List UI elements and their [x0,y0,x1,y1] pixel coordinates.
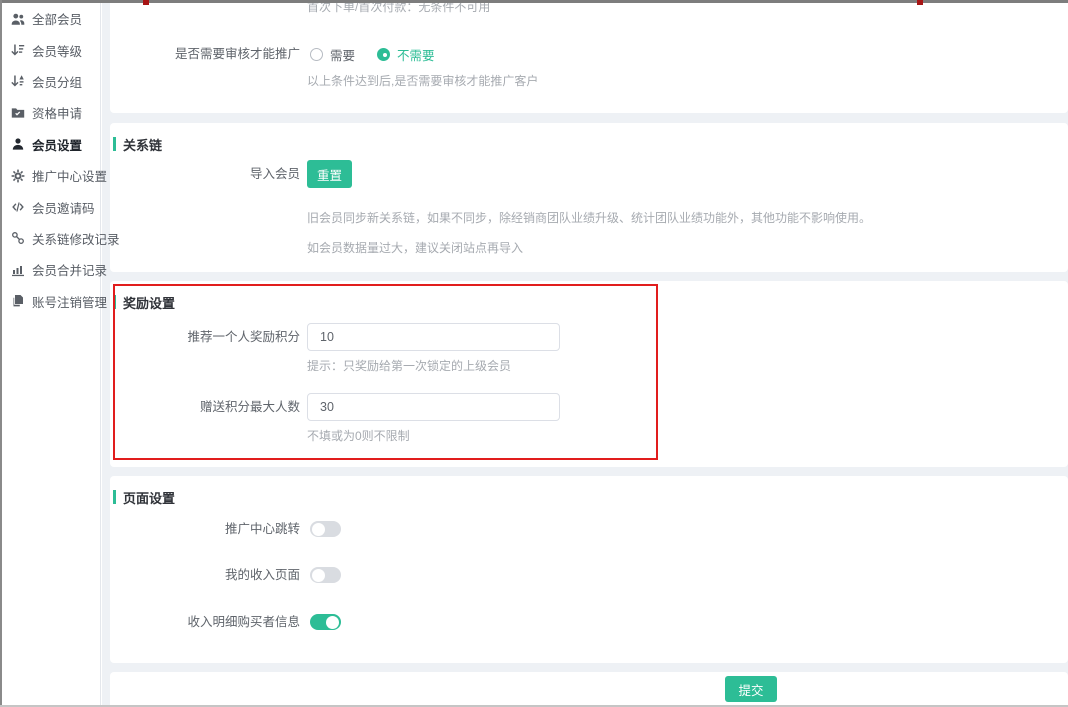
relation-hint-1: 旧会员同步新关系链，如果不同步，除经销商团队业绩升级、统计团队业绩功能外，其他功… [307,211,871,225]
section-title-reward-settings: 奖励设置 [110,295,175,309]
reset-button[interactable]: 重置 [307,160,352,188]
bar-chart-icon [11,263,25,277]
promo-center-redirect-label: 推广中心跳转 [110,521,300,537]
income-detail-buyer-toggle[interactable] [310,614,341,630]
annotation-artifact-left [143,0,149,5]
sidebar-item-label: 会员设置 [32,135,82,154]
gear-icon [11,169,25,183]
audit-radio-row: 是否需要审核才能推广 需要 不需要 [110,40,1068,68]
sidebar-item-label: 资格申请 [32,103,82,122]
section-title-bar [113,490,116,504]
section-title-relation-chain: 关系链 [110,137,162,151]
sort-amount-icon [11,43,25,57]
radio-selected-icon[interactable] [377,48,390,61]
my-income-page-row: 我的收入页面 [110,567,1068,583]
section-title-bar [113,295,116,309]
folder-check-icon [11,106,25,120]
reward-points-hint: 提示：只奖励给第一次锁定的上级会员 [307,359,511,373]
sidebar-item-qualification[interactable]: 资格申请 [2,97,100,128]
sidebar-item-label: 关系链修改记录 [32,229,120,248]
audit-card: 首次下单/首次付款：无条件不可用 是否需要审核才能推广 需要 不需要 以上条件达… [110,3,1068,113]
sidebar-item-account-cancellation[interactable]: 账号注销管理 [2,286,100,317]
sidebar-item-relation-chain-log[interactable]: 关系链修改记录 [2,223,100,254]
footer-card: 提交 [110,672,1068,707]
file-icon [11,294,25,308]
sidebar-item-label: 会员邀请码 [32,198,95,217]
max-people-label: 赠送积分最大人数 [110,393,300,421]
sidebar-item-invite-code[interactable]: 会员邀请码 [2,191,100,222]
relation-chain-card: 关系链 导入会员 重置 旧会员同步新关系链，如果不同步，除经销商团队业绩升级、统… [110,123,1068,272]
import-members-row: 导入会员 重置 [110,160,1068,188]
audit-hint: 以上条件达到后,是否需要审核才能推广客户 [307,74,538,88]
sidebar-item-all-members[interactable]: 全部会员 [2,3,100,34]
max-people-hint: 不填或为0则不限制 [307,429,410,443]
toggle-knob [312,523,325,536]
section-title-page-settings: 页面设置 [110,490,175,504]
sidebar-item-member-settings[interactable]: 会员设置 [2,129,100,160]
sidebar-item-member-levels[interactable]: 会员等级 [2,34,100,65]
sidebar-item-label: 会员等级 [32,41,82,60]
section-title-bar [113,137,116,151]
submit-button[interactable]: 提交 [725,676,777,702]
sidebar-item-label: 会员合并记录 [32,260,107,279]
code-icon [11,200,25,214]
toggle-knob [312,569,325,582]
radio-option-label: 需要 [330,45,355,64]
reward-points-input[interactable] [307,323,560,351]
sort-group-icon [11,74,25,88]
sidebar-item-label: 推广中心设置 [32,166,107,185]
promo-center-redirect-toggle[interactable] [310,521,341,537]
sidebar-item-label: 会员分组 [32,72,82,91]
income-detail-buyer-row: 收入明细购买者信息 [110,614,1068,630]
user-icon [11,137,25,151]
audit-radio-group: 需要 不需要 [310,40,435,68]
radio-option-required[interactable]: 需要 [310,45,355,64]
sidebar: 全部会员 会员等级 会员分组 资格申请 会员设置 [2,3,101,705]
link-icon [11,231,25,245]
sidebar-item-member-groups[interactable]: 会员分组 [2,66,100,97]
radio-option-label: 不需要 [397,45,435,64]
toggle-knob [326,616,339,629]
my-income-page-label: 我的收入页面 [110,567,300,583]
window-top-edge [0,0,1068,3]
annotation-artifact-right [917,0,923,5]
sidebar-item-merge-records[interactable]: 会员合并记录 [2,254,100,285]
member-settings-page: 全部会员 会员等级 会员分组 资格申请 会员设置 [0,0,1068,707]
reward-points-label: 推荐一个人奖励积分 [110,323,300,351]
my-income-page-toggle[interactable] [310,567,341,583]
main-content: 首次下单/首次付款：无条件不可用 是否需要审核才能推广 需要 不需要 以上条件达… [102,3,1068,705]
import-members-label: 导入会员 [110,160,300,188]
page-settings-card: 页面设置 推广中心跳转 我的收入页面 收入明细购买者信息 [110,476,1068,663]
radio-unselected-icon[interactable] [310,48,323,61]
income-detail-buyer-label: 收入明细购买者信息 [110,614,300,630]
radio-option-not-required[interactable]: 不需要 [377,45,435,64]
sidebar-item-label: 全部会员 [32,9,82,28]
relation-hint-2: 如会员数据量过大，建议关闭站点再导入 [307,241,523,255]
reward-points-row: 推荐一个人奖励积分 [110,323,1068,351]
sidebar-item-label: 账号注销管理 [32,292,107,311]
promo-center-redirect-row: 推广中心跳转 [110,521,1068,537]
max-people-row: 赠送积分最大人数 [110,393,1068,421]
users-icon [11,12,25,26]
max-people-input[interactable] [307,393,560,421]
audit-label: 是否需要审核才能推广 [110,40,300,68]
window-left-edge [0,0,2,707]
sidebar-item-promotion-center-settings[interactable]: 推广中心设置 [2,160,100,191]
reward-settings-card: 奖励设置 推荐一个人奖励积分 提示：只奖励给第一次锁定的上级会员 赠送积分最大人… [110,281,1068,467]
